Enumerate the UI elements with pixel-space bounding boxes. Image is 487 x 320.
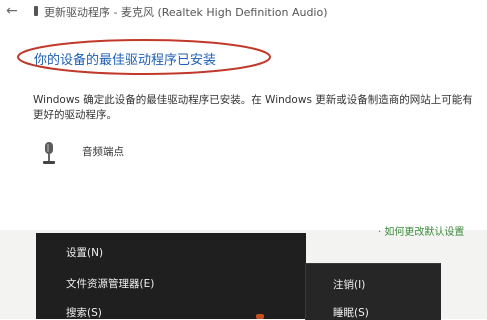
shutdown-submenu: 注销(I) 睡眠(S) <box>305 263 441 320</box>
menu-item-settings[interactable]: 设置(N) <box>66 245 103 260</box>
menu-item-sign-out[interactable]: 注销(I) <box>333 277 365 292</box>
microphone-icon <box>43 142 55 164</box>
cursor-marker <box>256 314 264 319</box>
window-title: 更新驱动程序 - 麦克风 (Realtek High Definition Au… <box>44 6 328 19</box>
description-text: Windows 确定此设备的最佳驱动程序已安装。在 Windows 更新或设备制… <box>33 94 473 121</box>
page-heading: 你的设备的最佳驱动程序已安装 <box>34 53 217 68</box>
back-arrow-icon[interactable]: ← <box>6 3 18 19</box>
menu-item-sleep[interactable]: 睡眠(S) <box>333 305 369 320</box>
title-bar: ← 更新驱动程序 - 麦克风 (Realtek High Definition … <box>0 0 487 24</box>
device-label: 音频端点 <box>82 146 124 158</box>
microphone-icon <box>34 6 38 16</box>
menu-item-file-explorer[interactable]: 文件资源管理器(E) <box>66 276 154 291</box>
start-menu: 设置(N) 文件资源管理器(E) 搜索(S) <box>36 233 306 319</box>
menu-item-search[interactable]: 搜索(S) <box>66 305 102 320</box>
background-link[interactable]: · 如何更改默认设置 <box>378 223 464 238</box>
